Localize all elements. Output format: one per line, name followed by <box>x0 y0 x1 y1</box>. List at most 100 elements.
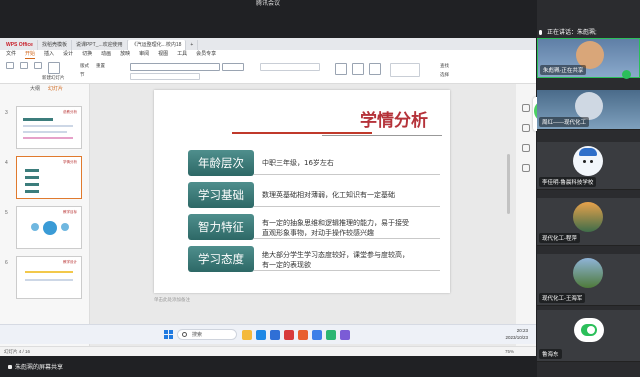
row-text: 数理英基础相对薄弱，化工知识有一定基础 <box>262 191 395 199</box>
menu-view[interactable]: 视图 <box>158 50 168 59</box>
participant-name: 现代化工-程萍 <box>539 233 580 243</box>
status-bar: 幻灯片 4 / 16 75% <box>0 346 536 356</box>
menu-home[interactable]: 开始 <box>25 50 36 59</box>
speaking-name: 朱彪珮; <box>577 30 597 36</box>
menu-slideshow[interactable]: 放映 <box>120 50 130 59</box>
app-icon[interactable] <box>340 330 350 340</box>
menu-file[interactable]: 文件 <box>6 50 16 59</box>
vertical-scrollbar[interactable] <box>507 154 510 214</box>
cartoon-avatar <box>573 146 603 176</box>
find-button[interactable]: 查找 <box>440 63 449 69</box>
select-button[interactable]: 选择 <box>440 72 449 78</box>
menu-animation[interactable]: 动画 <box>101 50 111 59</box>
thumbnail-pane: 大纲 幻灯片 3 说教分析 4 学情分析 5 教学目标 6 教学设计 <box>0 84 90 346</box>
slide-counter: 幻灯片 4 / 16 <box>4 349 31 354</box>
taskbar-search-box[interactable]: 搜索 <box>177 329 237 340</box>
format-painter-icon[interactable] <box>34 62 42 69</box>
slide-thumbnail[interactable]: 教学设计 <box>16 256 82 299</box>
shapes-icon[interactable] <box>352 63 364 75</box>
menu-design[interactable]: 设计 <box>63 50 73 59</box>
speaking-label: 正在讲话： <box>547 30 578 36</box>
slide-canvas-area: 学情分析 年龄层次 中职三年级，16岁左右 学习基础 数理英基础相对薄弱，化工知… <box>90 84 516 346</box>
tab-outline[interactable]: 大纲 <box>30 84 40 94</box>
properties-icon[interactable] <box>522 104 530 112</box>
zoom-level[interactable]: 75% <box>505 347 514 356</box>
shared-screen: WPS Office 找稻壳模板 说课PPT_...欢迎使用 《汽运整理化...… <box>0 38 536 356</box>
slide-thumbnail[interactable]: 说教分析 <box>16 106 82 149</box>
tencent-meeting-icon[interactable] <box>312 330 322 340</box>
menu-transition[interactable]: 切换 <box>82 50 92 59</box>
mic-icon <box>539 30 542 35</box>
toggle-avatar <box>574 318 604 342</box>
search-icon <box>182 332 187 337</box>
wps-tab-bar: WPS Office 找稻壳模板 说课PPT_...欢迎使用 《汽运整理化...… <box>0 38 536 50</box>
participant-tile[interactable]: 李佳明-鲁晨科技学校 <box>537 142 640 190</box>
row-label: 学习态度 <box>188 246 254 272</box>
wps-app-icon[interactable] <box>284 330 294 340</box>
mail-icon[interactable] <box>270 330 280 340</box>
slide-title: 学情分析 <box>360 111 428 131</box>
tab-template[interactable]: 找稻壳模板 <box>38 40 72 50</box>
row-text: 绝大部分学生学习态度较好，课堂参与度较高，有一定的表现欲 <box>262 251 409 269</box>
thumb-number: 5 <box>5 210 8 216</box>
new-slide-button[interactable]: 新建幻灯片 <box>42 75 65 81</box>
textbox-icon[interactable] <box>335 63 347 75</box>
participant-tile[interactable]: 现代化工-程萍 <box>537 198 640 246</box>
meeting-title: 腾讯会议 <box>255 1 280 7</box>
row-label: 学习基础 <box>188 182 254 208</box>
file-explorer-icon[interactable] <box>242 330 252 340</box>
design-ideas-icon[interactable] <box>522 144 530 152</box>
font-style-group[interactable] <box>130 73 200 80</box>
menu-review[interactable]: 审阅 <box>139 50 149 59</box>
row-text: 有一定的抽象思维和逻辑推理的能力，易于接受直观形象事物，对动手操作较感兴趣 <box>262 219 409 237</box>
title-underline <box>162 132 442 137</box>
font-family-select[interactable] <box>130 63 220 71</box>
participant-name: 朱彪珮-正在共享 <box>540 65 587 75</box>
paste-icon[interactable] <box>6 62 14 69</box>
windows-taskbar: 搜索 20:23 2023/10/23 <box>0 324 536 344</box>
participant-tile[interactable]: 周红——现代化工 <box>537 90 640 130</box>
slide-thumbnail-selected[interactable]: 学情分析 <box>16 156 82 199</box>
styles-gallery[interactable] <box>390 63 420 77</box>
thumb-pane-tabs: 大纲 幻灯片 <box>0 84 89 94</box>
tab-ppt-welcome[interactable]: 说课PPT_...欢迎使用 <box>72 40 128 50</box>
new-tab-plus-icon[interactable]: + <box>186 40 199 50</box>
speaking-indicator: 正在讲话：朱彪珮; <box>537 28 640 38</box>
current-slide[interactable]: 学情分析 年龄层次 中职三年级，16岁左右 学习基础 数理英基础相对薄弱，化工知… <box>154 90 450 293</box>
edge-browser-icon[interactable] <box>256 330 266 340</box>
animation-pane-icon[interactable] <box>522 124 530 132</box>
row-label: 年龄层次 <box>188 150 254 176</box>
avatar <box>575 92 603 120</box>
new-slide-icon[interactable] <box>48 62 60 74</box>
screen-share-icon <box>8 365 12 370</box>
participant-name: 现代化工-王海军 <box>539 293 586 303</box>
tab-current-document[interactable]: 《汽运整理化...校内18 <box>127 40 187 50</box>
font-size-select[interactable] <box>222 63 244 71</box>
paragraph-group[interactable] <box>260 63 320 71</box>
menu-insert[interactable]: 插入 <box>44 50 54 59</box>
reset-button[interactable]: 重置 <box>96 63 105 69</box>
tab-wps-office[interactable]: WPS Office <box>2 40 38 50</box>
clock-time: 20:23 <box>516 328 528 333</box>
arrange-icon[interactable] <box>369 63 381 75</box>
avatar <box>573 202 603 232</box>
windows-start-icon[interactable] <box>164 330 173 339</box>
wps-presentation-icon[interactable] <box>298 330 308 340</box>
toggle-switch-icon[interactable] <box>581 324 597 336</box>
shape-pane-icon[interactable] <box>522 164 530 172</box>
layout-button[interactable]: 版式 <box>80 63 89 69</box>
menu-tools[interactable]: 工具 <box>177 50 187 59</box>
menu-member[interactable]: 会员专享 <box>196 50 216 59</box>
participant-tile[interactable]: 现代化工-王海军 <box>537 254 640 306</box>
thumb-title: 教学目标 <box>63 210 77 214</box>
cut-icon[interactable] <box>20 62 28 69</box>
status-icon[interactable] <box>622 70 631 79</box>
notes-placeholder[interactable]: 单击此处添加备注 <box>154 297 450 303</box>
avatar <box>573 258 603 288</box>
thumb-number: 3 <box>5 110 8 116</box>
section-button[interactable]: 节 <box>80 72 85 78</box>
slide-thumbnail[interactable]: 教学目标 <box>16 206 82 249</box>
wechat-icon[interactable] <box>326 330 336 340</box>
tab-slides[interactable]: 幻灯片 <box>48 84 63 94</box>
system-clock[interactable]: 20:23 2023/10/23 <box>505 327 528 341</box>
